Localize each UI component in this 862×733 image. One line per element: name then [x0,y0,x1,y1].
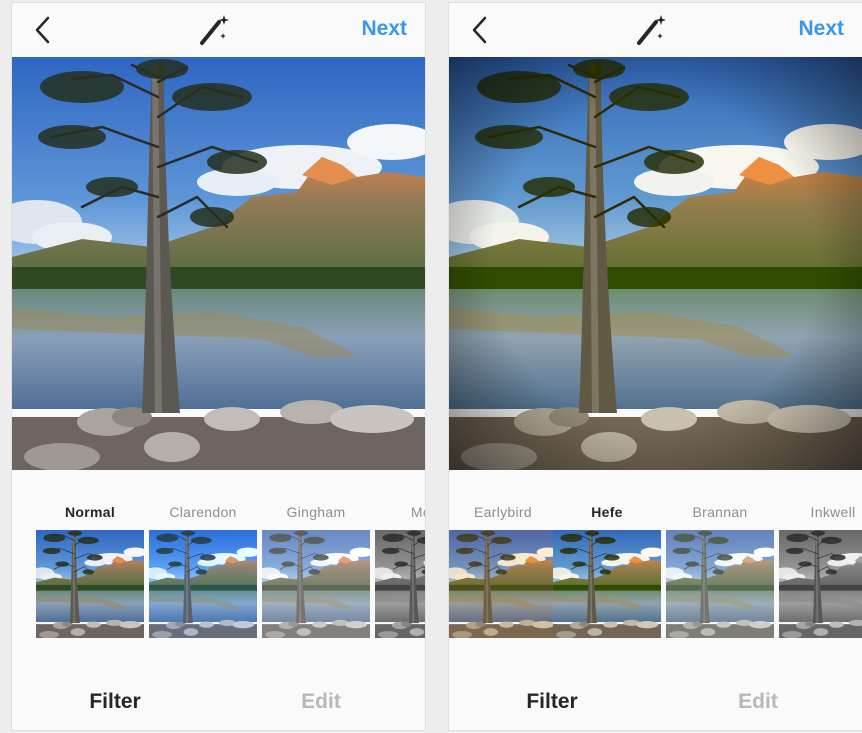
photo-preview [449,57,862,470]
tab-filter[interactable]: Filter [449,690,655,714]
filter-screen-hefe: Next Earlybird Hefe Brannan Inkwell Filt… [449,3,862,730]
filter-thumbnail [449,530,557,638]
bottom-tabs: Filter Edit [449,678,862,728]
top-bar: Next [449,3,862,57]
photo-preview [12,57,425,470]
filter-label: Inkwell [810,504,856,520]
top-bar: Next [12,3,425,57]
magic-wand-icon[interactable] [197,13,231,47]
tab-filter[interactable]: Filter [12,690,218,714]
tab-edit[interactable]: Edit [655,690,861,714]
filter-thumbnail [779,530,862,638]
bottom-tabs: Filter Edit [12,678,425,728]
filter-label: Moon [410,504,425,520]
filter-strip[interactable]: Normal Clarendon Gingham Moon [12,470,425,660]
filter-strip[interactable]: Earlybird Hefe Brannan Inkwell [449,470,862,660]
filter-thumbnail [149,530,257,638]
filter-screen-normal: Next Normal Clarendon Gingham Moon Filte… [12,3,425,730]
filter-thumbnail [553,530,661,638]
filter-thumbnail [36,530,144,638]
next-button[interactable]: Next [798,17,844,41]
chevron-left-icon[interactable] [467,15,493,45]
filter-thumbnail [375,530,425,638]
chevron-left-icon[interactable] [30,15,56,45]
tab-edit[interactable]: Edit [218,690,424,714]
filter-thumbnail [666,530,774,638]
magic-wand-icon[interactable] [634,13,668,47]
filter-thumbnail [262,530,370,638]
next-button[interactable]: Next [361,17,407,41]
